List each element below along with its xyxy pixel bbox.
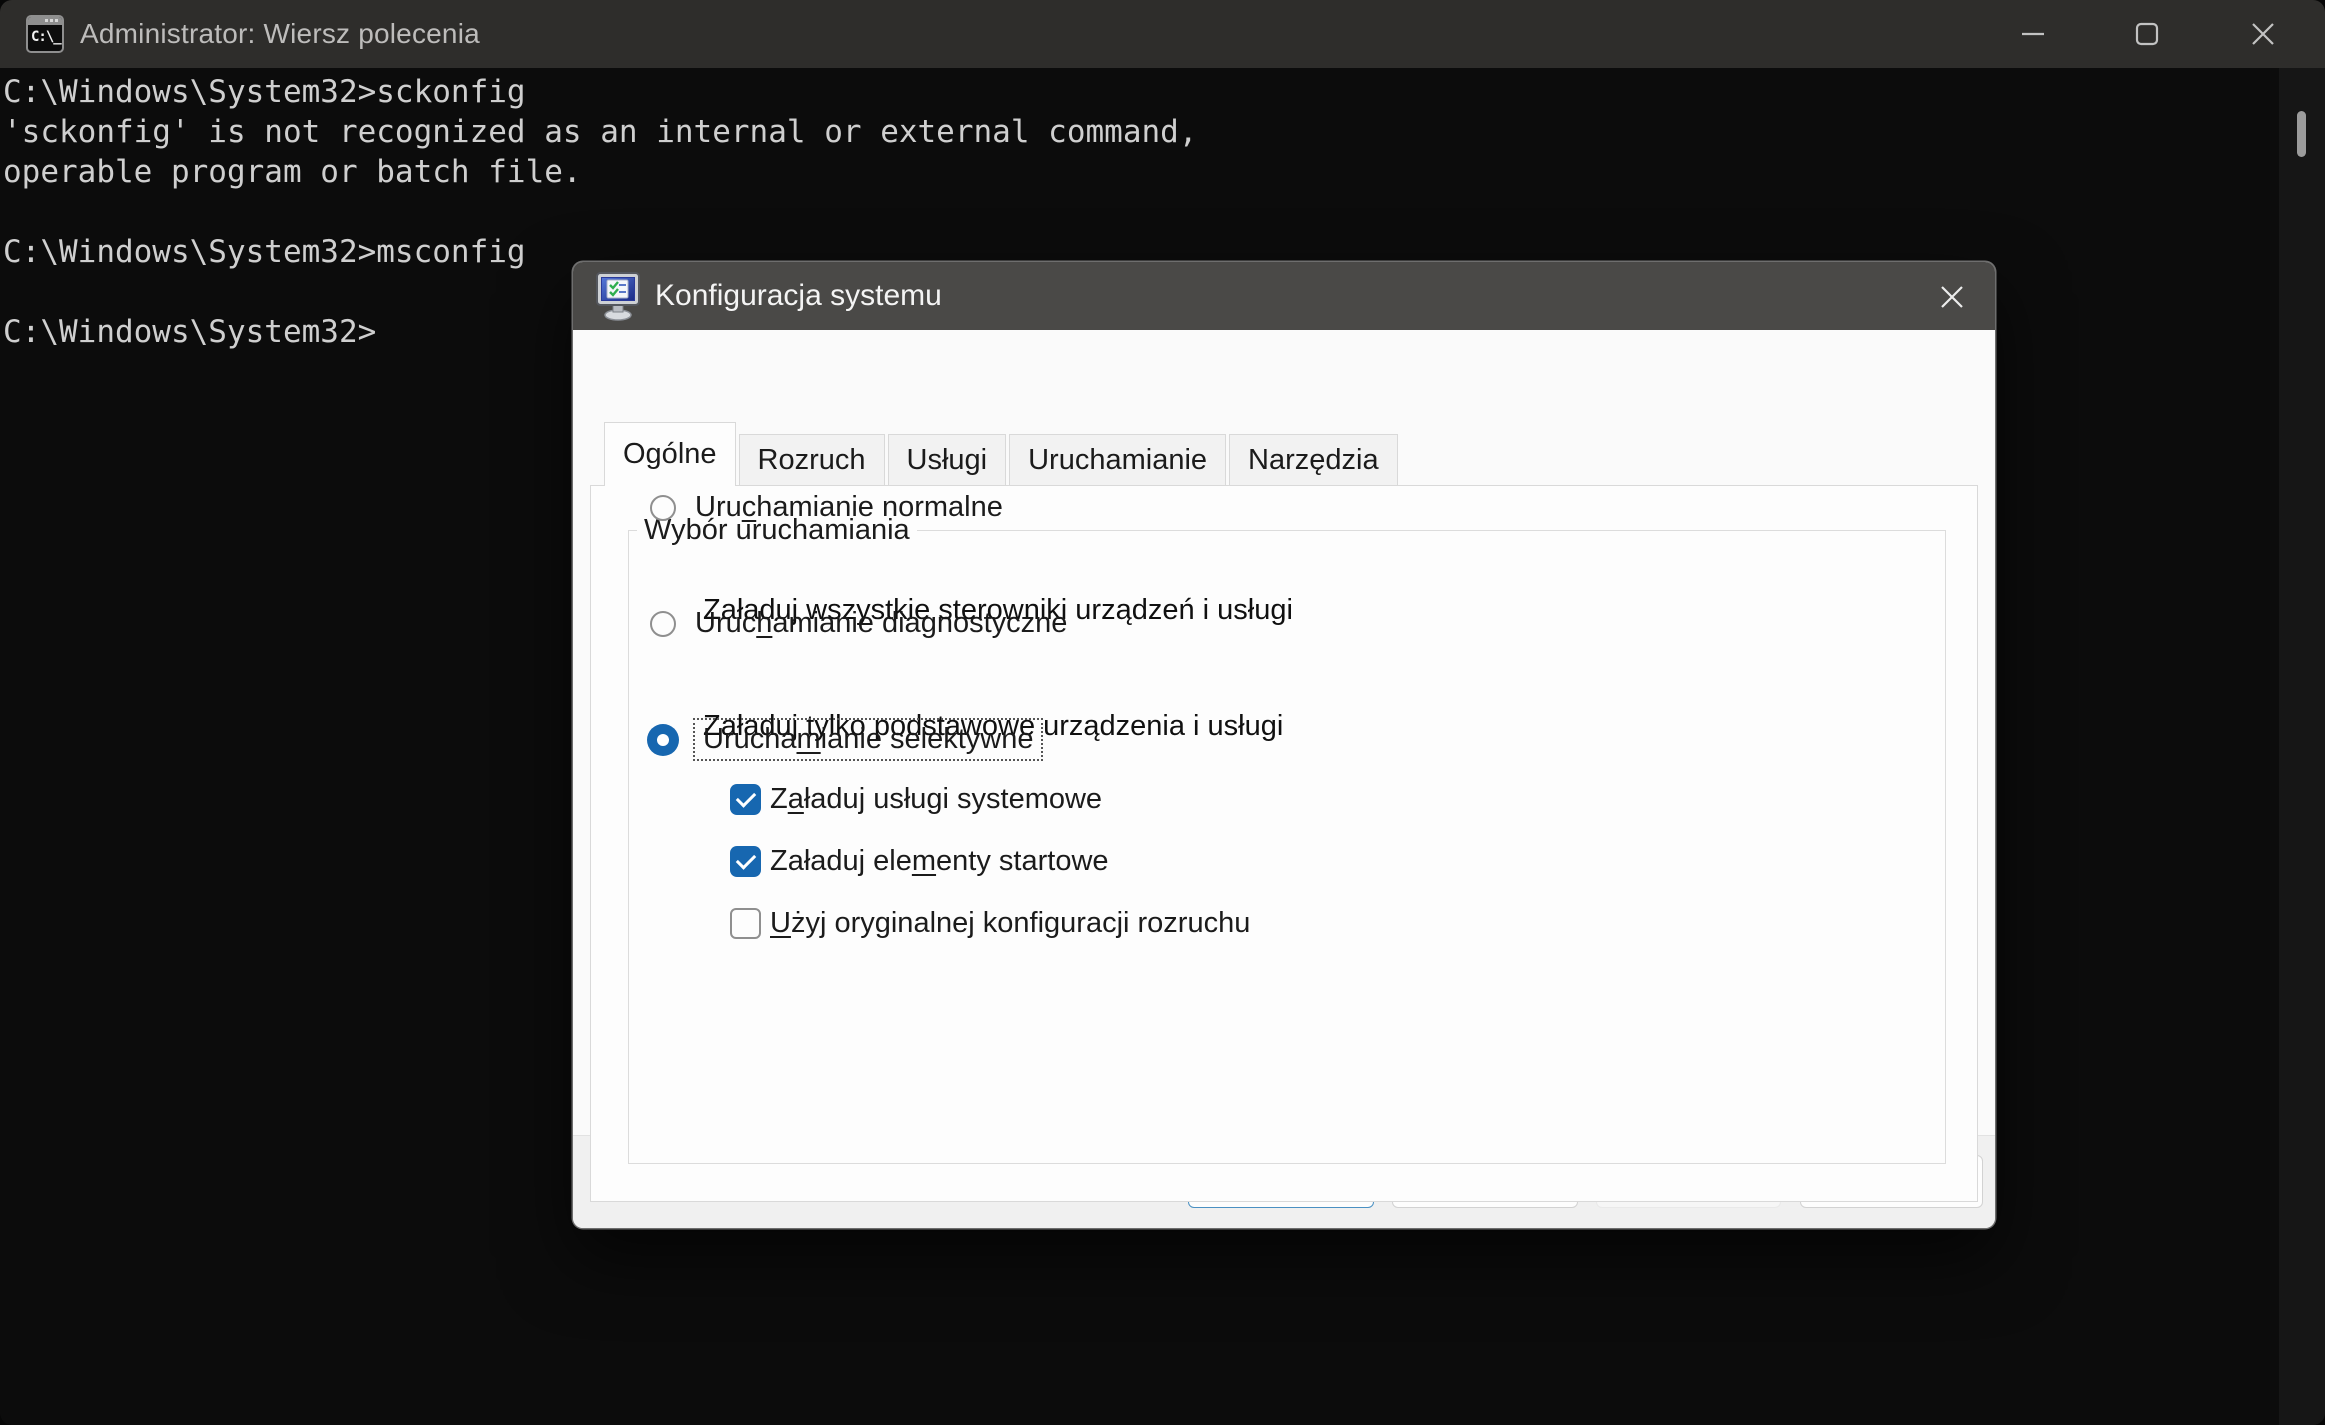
msconfig-icon [596, 272, 640, 321]
tab-uruchamianie[interactable]: Uruchamianie [1009, 434, 1227, 485]
screen: C:\_ Administrator: Wiersz polecenia C:\… [0, 0, 2325, 1425]
radio-normal-startup[interactable]: Uruchamianie normalne [650, 491, 1003, 524]
tab-uslugi[interactable]: Usługi [887, 434, 1007, 485]
checkbox-use-original-boot-config[interactable]: Użyj oryginalnej konfiguracji rozruchu [730, 907, 1250, 940]
checkbox-load-startup-items[interactable]: Załaduj elementy startowe [730, 845, 1109, 878]
checkbox-box[interactable] [730, 846, 761, 877]
dialog-body: Ogólne Rozruch Usługi Uruchamianie Narzę… [573, 330, 1995, 1202]
dialog-title: Konfiguracja systemu [655, 279, 942, 312]
terminal-titlebar: C:\_ Administrator: Wiersz polecenia [0, 0, 2325, 68]
label-pre: Uruc [695, 607, 757, 639]
label-pre: Uru [695, 491, 742, 523]
label-post: hamianie normalne [756, 491, 1003, 523]
cmd-icon: C:\_ [26, 15, 64, 53]
close-icon [1941, 286, 1963, 308]
minimize-button[interactable] [2001, 0, 2065, 68]
radio-label[interactable]: Uruchamianie normalne [695, 491, 1003, 524]
terminal-scrollbar[interactable] [2279, 68, 2325, 1425]
label-post: ianie selektywne [820, 723, 1034, 755]
checkbox-label[interactable]: Użyj oryginalnej konfiguracji rozruchu [770, 907, 1250, 940]
close-icon [2252, 23, 2274, 45]
maximize-icon [2135, 22, 2159, 46]
system-configuration-dialog: Konfiguracja systemu Ogólne Rozruch Usłu… [573, 262, 1995, 1228]
label-pre: Urucha [703, 723, 797, 755]
checkbox-box[interactable] [730, 784, 761, 815]
tab-label: Ogólne [623, 437, 717, 470]
tab-label: Uruchamianie [1028, 443, 1208, 476]
label-pre: Z [770, 783, 788, 815]
label-accel: U [770, 907, 791, 939]
window-title: Administrator: Wiersz polecenia [80, 18, 480, 49]
tab-label: Narzędzia [1248, 443, 1379, 476]
checkbox-label[interactable]: Załaduj usługi systemowe [770, 783, 1102, 816]
tab-label: Rozruch [757, 443, 866, 476]
label-accel: a [787, 783, 804, 815]
label-post: ładuj usługi systemowe [803, 783, 1103, 815]
radio-selective-startup[interactable]: Uruchamianie selektywne [647, 718, 1044, 761]
label-accel: c [741, 491, 757, 523]
minimize-icon [2022, 32, 2044, 36]
cmd-icon-prompt-text: C:\_ [31, 29, 62, 45]
close-window-button[interactable] [2231, 0, 2295, 68]
maximize-button[interactable] [2115, 0, 2179, 68]
tab-label: Usługi [906, 443, 988, 476]
label-pre: Załaduj ele [770, 845, 912, 877]
radio-label-focused[interactable]: Uruchamianie selektywne [692, 718, 1044, 761]
terminal-line: 'sckonfig' is not recognized as an inter… [3, 114, 1198, 150]
radio-circle[interactable] [647, 723, 679, 756]
terminal-line: C:\Windows\System32>sckonfig [3, 74, 526, 110]
label-accel: h [756, 607, 773, 639]
dialog-titlebar[interactable]: Konfiguracja systemu [573, 262, 1995, 330]
tab-rozruch[interactable]: Rozruch [738, 434, 885, 485]
radio-label[interactable]: Uruchamianie diagnostyczne [695, 607, 1067, 640]
cmd-icon-dots [45, 19, 59, 22]
scrollbar-thumb[interactable] [2297, 111, 2306, 157]
label-accel: m [911, 845, 937, 877]
label-post: amianie diagnostyczne [772, 607, 1068, 639]
terminal-line: operable program or batch file. [3, 154, 582, 190]
label-accel: m [796, 723, 821, 755]
radio-circle[interactable] [650, 494, 676, 521]
tab-ogolne[interactable]: Ogólne [604, 422, 736, 487]
checkbox-load-system-services[interactable]: Załaduj usługi systemowe [730, 783, 1102, 816]
dialog-close-button[interactable] [1929, 276, 1975, 318]
checkbox-box[interactable] [730, 908, 761, 939]
label-post: żyj oryginalnej konfiguracji rozruchu [790, 907, 1251, 939]
tab-narzedzia[interactable]: Narzędzia [1229, 434, 1398, 485]
label-post: enty startowe [936, 845, 1109, 877]
radio-circle[interactable] [650, 610, 676, 637]
tab-strip: Ogólne Rozruch Usługi Uruchamianie Narzę… [604, 422, 1401, 487]
radio-diagnostic-startup[interactable]: Uruchamianie diagnostyczne [650, 607, 1067, 640]
checkbox-label[interactable]: Załaduj elementy startowe [770, 845, 1109, 878]
